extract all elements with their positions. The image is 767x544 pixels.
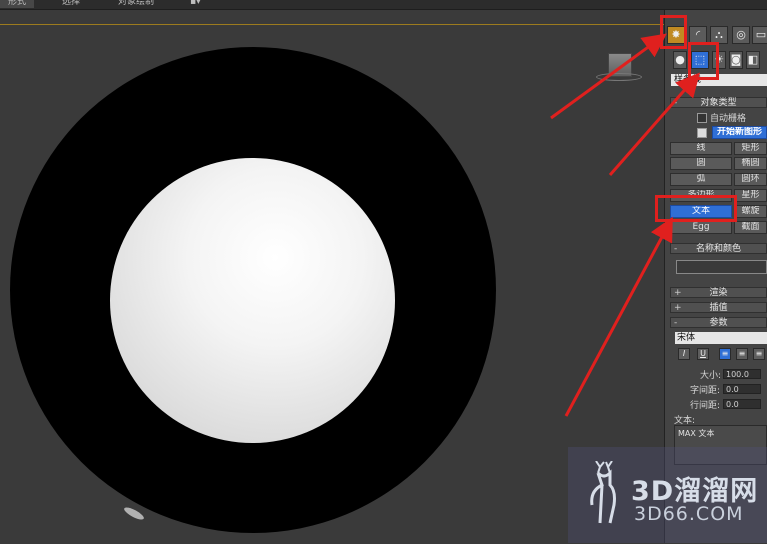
name-color-title: 名称和颜色 bbox=[695, 244, 741, 254]
section-button[interactable]: 截面 bbox=[734, 221, 767, 234]
helix-button[interactable]: 螺旋 bbox=[734, 205, 767, 218]
highlight-box-shapes bbox=[688, 42, 719, 80]
kerning-label: 字间距: bbox=[690, 386, 721, 396]
parameters-rollout[interactable]: - 参数 bbox=[670, 317, 767, 328]
interpolation-title: 插值 bbox=[709, 303, 728, 313]
tab-select[interactable]: 选择 bbox=[62, 0, 80, 8]
auto-grid-label: 自动栅格 bbox=[710, 114, 747, 124]
align-center-button[interactable]: ≡ bbox=[736, 348, 748, 360]
deer-logo-icon bbox=[590, 461, 616, 524]
name-color-rollout[interactable]: - 名称和颜色 bbox=[670, 243, 767, 254]
cameras-icon[interactable]: ◙ bbox=[729, 51, 743, 69]
white-sphere bbox=[110, 158, 395, 443]
italic-button[interactable]: I bbox=[678, 348, 690, 360]
leading-label: 行间距: bbox=[690, 401, 721, 411]
circle-button[interactable]: 圆 bbox=[670, 157, 732, 170]
viewcube-ring[interactable] bbox=[596, 73, 642, 81]
watermark-logo: 3D溜溜网 3D66.COM bbox=[568, 447, 767, 543]
align-right-button[interactable]: ≡ bbox=[753, 348, 765, 360]
watermark-url: 3D66.COM bbox=[634, 503, 744, 525]
rectangle-button[interactable]: 矩形 bbox=[734, 142, 767, 155]
object-type-rollout[interactable]: - 对象类型 bbox=[670, 97, 767, 108]
egg-button[interactable]: Egg bbox=[670, 221, 732, 234]
shape-category-dropdown[interactable]: 样条线 bbox=[671, 74, 767, 86]
ellipse-button[interactable]: 椭圆 bbox=[734, 157, 767, 170]
rendering-title: 渲染 bbox=[709, 288, 728, 298]
helpers-icon[interactable]: ◧ bbox=[746, 51, 760, 69]
geometry-icon[interactable]: ● bbox=[673, 51, 687, 69]
motion-tab-icon[interactable]: ◎ bbox=[732, 26, 750, 44]
tab-object-paint[interactable]: 对象绘制 bbox=[118, 0, 154, 8]
arc-button[interactable]: 弧 bbox=[670, 173, 732, 186]
kerning-field[interactable]: 0.0 bbox=[723, 384, 761, 394]
line-button[interactable]: 线 bbox=[670, 142, 732, 155]
star-button[interactable]: 星形 bbox=[734, 189, 767, 202]
rendering-rollout[interactable]: + 渲染 bbox=[670, 287, 767, 298]
parameters-title: 参数 bbox=[709, 318, 728, 328]
auto-grid-checkbox[interactable] bbox=[697, 113, 707, 123]
font-dropdown[interactable]: 宋体 bbox=[675, 332, 767, 344]
donut-button[interactable]: 圆环 bbox=[734, 173, 767, 186]
align-left-button[interactable]: ≡ bbox=[719, 348, 731, 360]
start-new-shape-checkbox[interactable] bbox=[697, 128, 707, 138]
interpolation-rollout[interactable]: + 插值 bbox=[670, 302, 767, 313]
object-name-field[interactable] bbox=[676, 260, 767, 274]
size-label: 大小: bbox=[700, 371, 722, 381]
top-toolbar: 形式 选择 对象绘制 ▪▾ bbox=[0, 0, 767, 10]
tab-form[interactable]: 形式 bbox=[0, 0, 35, 8]
size-field[interactable]: 100.0 bbox=[723, 369, 761, 379]
display-tab-icon[interactable]: ▭ bbox=[752, 26, 767, 44]
highlight-box-create-tab bbox=[660, 15, 687, 49]
object-type-title: 对象类型 bbox=[700, 98, 737, 108]
start-new-shape-button[interactable]: 开始新图形 bbox=[712, 126, 767, 139]
underline-button[interactable]: U bbox=[697, 348, 709, 360]
leading-field[interactable]: 0.0 bbox=[723, 399, 761, 409]
highlight-box-text-button bbox=[655, 195, 737, 222]
toolbar-menu-icon[interactable]: ▪▾ bbox=[190, 0, 201, 8]
